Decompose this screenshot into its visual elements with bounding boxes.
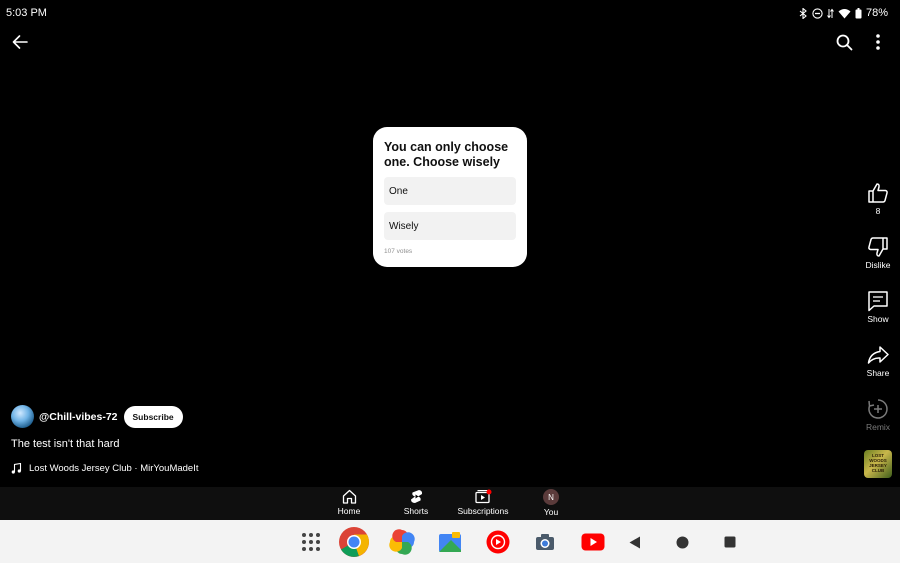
comments-button[interactable]: Show: [856, 290, 900, 324]
poll-question: You can only choose one. Choose wisely: [384, 140, 509, 169]
poll-option-one[interactable]: One: [384, 177, 516, 205]
poll-option-label: Wisely: [389, 220, 419, 232]
system-taskbar: [0, 520, 900, 563]
chrome-app[interactable]: [338, 526, 370, 558]
yt-music-app[interactable]: [482, 526, 514, 558]
photos-icon: [389, 529, 415, 555]
back-arrow-icon: [12, 35, 28, 49]
top-bar: [0, 26, 900, 60]
music-note-icon: [11, 463, 22, 474]
nav-shorts[interactable]: Shorts: [386, 489, 446, 516]
files-app[interactable]: [434, 526, 466, 558]
nav-shorts-label: Shorts: [403, 506, 429, 516]
camera-icon: [536, 534, 554, 550]
video-title[interactable]: The test isn't that hard: [11, 438, 120, 450]
nav-home[interactable]: Home: [319, 489, 379, 516]
dislike-button[interactable]: Dislike: [856, 236, 900, 270]
recents-icon: [724, 536, 736, 548]
home-icon: [676, 536, 688, 548]
yt-music-icon: [486, 530, 510, 554]
app-drawer-icon: [302, 533, 320, 551]
dnd-icon: [812, 7, 823, 19]
youtube-icon: [581, 533, 605, 551]
search-button[interactable]: [832, 30, 856, 54]
back-icon: [629, 536, 640, 548]
channel-handle[interactable]: @Chill-vibes-72: [39, 411, 118, 423]
home-icon: [342, 489, 356, 504]
battery-level: 78%: [865, 7, 888, 19]
system-recents-button[interactable]: [714, 526, 746, 558]
poll-vote-count: 107 votes: [384, 248, 413, 255]
thumbs-down-icon: [868, 237, 888, 257]
shorts-icon: [410, 490, 422, 503]
bluetooth-icon: [799, 7, 807, 19]
more-options-button[interactable]: [866, 30, 890, 54]
status-time: 5:03 PM: [6, 7, 47, 19]
like-count: 8: [875, 206, 881, 216]
share-label: Share: [866, 368, 890, 378]
subscriptions-icon: [474, 489, 491, 504]
music-thumbnail[interactable]: LOST WOODS JERSEY CLUB: [864, 450, 892, 478]
share-icon: [867, 346, 889, 364]
youtube-app[interactable]: [577, 526, 609, 558]
camera-app[interactable]: [529, 526, 561, 558]
dislike-label: Dislike: [865, 260, 891, 270]
youtube-bottom-nav: Home Shorts Subscriptions N You: [0, 487, 900, 520]
share-button[interactable]: Share: [856, 344, 900, 378]
remix-icon: [868, 399, 888, 419]
nav-subscriptions[interactable]: Subscriptions: [453, 489, 513, 516]
remix-button[interactable]: Remix: [856, 398, 900, 432]
channel-row: @Chill-vibes-72 Subscribe: [11, 405, 183, 428]
back-button[interactable]: [8, 30, 32, 54]
nav-you[interactable]: N You: [521, 489, 581, 517]
status-icons: 78%: [799, 7, 888, 19]
channel-avatar[interactable]: [11, 405, 34, 428]
poll-card: You can only choose one. Choose wisely O…: [373, 127, 527, 267]
poll-option-wisely[interactable]: Wisely: [384, 212, 516, 240]
comments-label: Show: [867, 314, 889, 324]
system-home-button[interactable]: [666, 526, 698, 558]
thumbs-up-icon: [868, 183, 888, 203]
profile-avatar: N: [543, 489, 559, 505]
photos-app[interactable]: [386, 526, 418, 558]
more-vert-icon: [876, 34, 880, 50]
search-icon: [836, 34, 852, 50]
app-drawer-button[interactable]: [295, 526, 327, 558]
remix-label: Remix: [865, 422, 891, 432]
nav-subscriptions-label: Subscriptions: [457, 506, 509, 516]
data-icon: [827, 8, 834, 18]
chrome-icon: [339, 527, 369, 557]
music-thumbnail-text: LOST WOODS JERSEY CLUB: [869, 453, 887, 473]
system-back-button[interactable]: [619, 526, 651, 558]
nav-home-label: Home: [337, 506, 361, 516]
music-title: Lost Woods Jersey Club · MirYouMadeIt: [29, 463, 199, 474]
subscribe-button[interactable]: Subscribe: [123, 405, 183, 428]
status-bar: 5:03 PM 78%: [0, 0, 900, 26]
nav-you-label: You: [543, 507, 559, 517]
comment-icon: [868, 291, 888, 312]
battery-icon: [855, 7, 862, 18]
wifi-icon: [838, 8, 851, 18]
like-button[interactable]: 8: [856, 182, 900, 216]
files-icon: [439, 532, 461, 552]
poll-option-label: One: [389, 185, 408, 197]
music-row[interactable]: Lost Woods Jersey Club · MirYouMadeIt: [11, 463, 199, 474]
